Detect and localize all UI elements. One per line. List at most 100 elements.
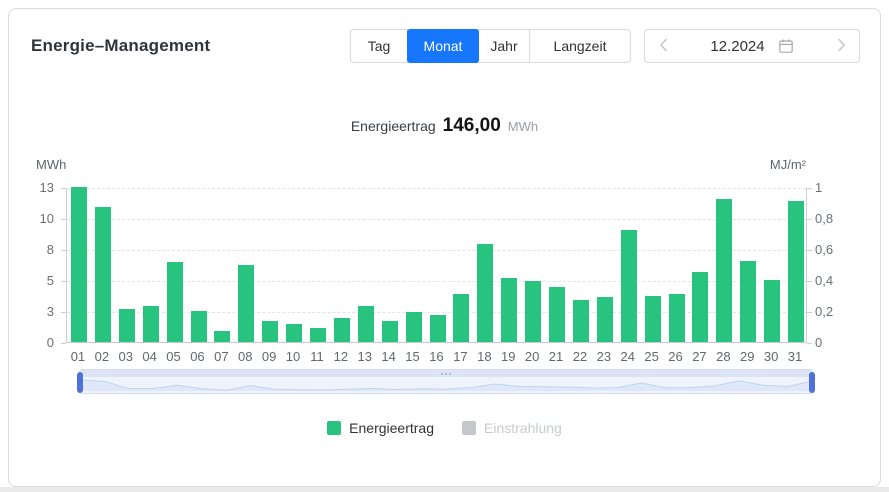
x-label: 13 — [353, 349, 377, 364]
bar-day-24[interactable] — [621, 230, 637, 342]
bar-day-27[interactable] — [692, 272, 708, 342]
x-label: 21 — [544, 349, 568, 364]
bar-day-29[interactable] — [740, 261, 756, 342]
bar-day-16[interactable] — [430, 315, 446, 342]
axis-tick — [807, 281, 812, 282]
x-label: 14 — [377, 349, 401, 364]
x-label: 05 — [162, 349, 186, 364]
datazoom-handle-left[interactable] — [77, 372, 83, 393]
chevron-left-icon — [659, 37, 668, 56]
axis-tick — [807, 250, 812, 251]
date-picker[interactable]: 12.2024 — [644, 29, 860, 63]
x-label: 11 — [305, 349, 329, 364]
axis-tick — [61, 312, 66, 313]
x-label: 09 — [257, 349, 281, 364]
axis-tick — [807, 219, 812, 220]
y-tick-left: 5 — [9, 273, 54, 289]
bar-day-11[interactable] — [310, 328, 326, 342]
bar-day-22[interactable] — [573, 300, 589, 342]
bar-day-08[interactable] — [238, 265, 254, 343]
summary-unit: MWh — [508, 119, 538, 134]
bar-day-13[interactable] — [358, 306, 374, 342]
y-tick-left: 3 — [9, 304, 54, 320]
drag-dots-icon — [445, 373, 447, 375]
summary-label: Energieertrag — [351, 118, 436, 134]
bar-day-31[interactable] — [788, 201, 804, 342]
x-label: 28 — [711, 349, 735, 364]
date-picker-center: 12.2024 — [681, 38, 823, 55]
bar-day-26[interactable] — [669, 294, 685, 342]
drag-dots-icon — [441, 373, 443, 375]
tab-langzeit[interactable]: Langzeit — [529, 29, 631, 63]
bar-day-10[interactable] — [286, 324, 302, 342]
bar-day-15[interactable] — [406, 312, 422, 342]
bar-day-05[interactable] — [167, 262, 183, 342]
chart-legend: Energieertrag Einstrahlung — [9, 420, 880, 436]
axis-tick — [61, 343, 66, 344]
tab-jahr[interactable]: Jahr — [478, 29, 530, 63]
chart-summary: Energieertrag 146,00 MWh — [9, 115, 880, 137]
x-label: 26 — [664, 349, 688, 364]
bar-day-06[interactable] — [191, 311, 207, 342]
bar-day-20[interactable] — [525, 281, 541, 342]
legend-item-einstrahlung[interactable]: Einstrahlung — [462, 420, 562, 436]
prev-period-button[interactable] — [645, 30, 681, 62]
x-label: 17 — [449, 349, 473, 364]
calendar-icon[interactable] — [778, 38, 794, 54]
x-label: 19 — [496, 349, 520, 364]
date-picker-value[interactable]: 12.2024 — [710, 38, 764, 55]
x-label: 18 — [472, 349, 496, 364]
plot-area — [66, 188, 807, 343]
x-label: 24 — [616, 349, 640, 364]
x-axis-labels: 0102030405060708091011121314151617181920… — [66, 349, 807, 365]
axis-tick — [61, 250, 66, 251]
x-label: 20 — [520, 349, 544, 364]
bar-day-07[interactable] — [214, 331, 230, 342]
x-label: 29 — [735, 349, 759, 364]
x-label: 03 — [114, 349, 138, 364]
y-tick-right: 0,4 — [815, 273, 875, 289]
bar-day-04[interactable] — [143, 306, 159, 342]
legend-swatch — [327, 421, 341, 435]
bar-day-01[interactable] — [71, 187, 87, 342]
chevron-right-icon — [837, 37, 846, 56]
x-label: 07 — [209, 349, 233, 364]
bar-day-30[interactable] — [764, 280, 780, 342]
right-axis-unit: MJ/m² — [770, 157, 806, 172]
datazoom-slider[interactable] — [79, 369, 813, 394]
bar-day-25[interactable] — [645, 296, 661, 343]
x-label: 02 — [90, 349, 114, 364]
next-period-button[interactable] — [823, 30, 859, 62]
page-bottom-strip — [0, 487, 889, 492]
bar-day-02[interactable] — [95, 207, 111, 342]
bar-day-28[interactable] — [716, 199, 732, 342]
bar-day-14[interactable] — [382, 321, 398, 343]
x-label: 15 — [401, 349, 425, 364]
y-tick-right: 0,6 — [815, 242, 875, 258]
datazoom-move-handle[interactable] — [80, 370, 812, 377]
drag-dots-icon — [449, 373, 451, 375]
gridline — [67, 250, 806, 251]
x-label: 22 — [568, 349, 592, 364]
bar-day-18[interactable] — [477, 244, 493, 342]
y-tick-left: 8 — [9, 242, 54, 258]
right-axis-ticks: 00,20,40,60,81 — [815, 188, 875, 343]
x-label: 06 — [186, 349, 210, 364]
tab-monat[interactable]: Monat — [407, 29, 479, 63]
bar-day-23[interactable] — [597, 297, 613, 342]
x-label: 23 — [592, 349, 616, 364]
axis-tick — [807, 312, 812, 313]
x-label: 12 — [329, 349, 353, 364]
bar-day-21[interactable] — [549, 287, 565, 342]
datazoom-handle-right[interactable] — [809, 372, 815, 393]
x-label: 16 — [425, 349, 449, 364]
bar-day-12[interactable] — [334, 318, 350, 342]
bar-day-09[interactable] — [262, 321, 278, 343]
bar-day-17[interactable] — [453, 294, 469, 342]
summary-value: 146,00 — [443, 115, 501, 137]
tab-tag[interactable]: Tag — [350, 29, 408, 63]
legend-item-energieertrag[interactable]: Energieertrag — [327, 420, 434, 436]
axis-tick — [807, 188, 812, 189]
bar-day-19[interactable] — [501, 278, 517, 342]
bar-day-03[interactable] — [119, 309, 135, 342]
